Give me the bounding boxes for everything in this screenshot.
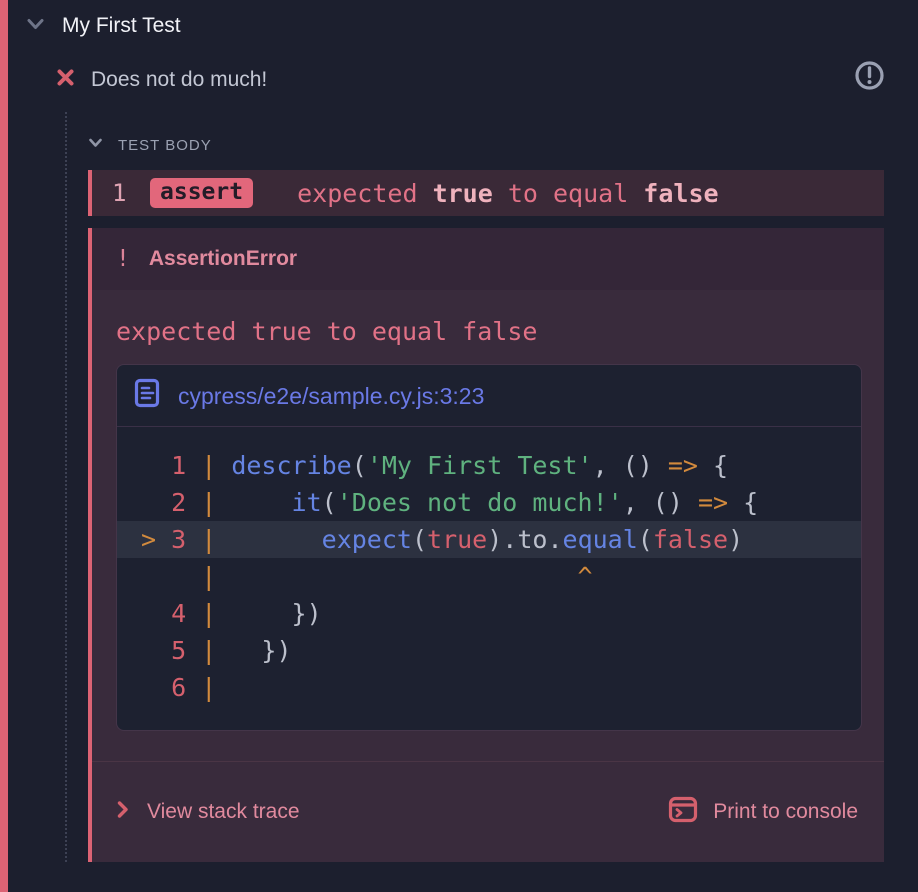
command-number: 1 [112, 179, 136, 207]
print-to-console-label[interactable]: Print to console [713, 800, 858, 824]
test-body-label: TEST BODY [118, 137, 212, 154]
error-name: AssertionError [149, 247, 297, 271]
code-frame-header[interactable]: cypress/e2e/sample.cy.js:3:23 [117, 365, 861, 427]
code-line: 6 | [117, 669, 861, 706]
file-document-icon [134, 378, 161, 414]
command-log-row[interactable]: 1 assert expected true to equal false [88, 170, 884, 216]
cypress-reporter: My First Test Does not do much! TEST BOD… [0, 0, 918, 892]
chevron-right-icon [116, 800, 129, 824]
console-print-icon [668, 794, 698, 830]
code-line: 2 | it('Does not do much!', () => { [117, 484, 861, 521]
code-line: 5 | }) [117, 632, 861, 669]
chevron-down-icon[interactable] [26, 16, 45, 37]
code-line: 1 | describe('My First Test', () => { [117, 447, 861, 484]
error-bang-icon: ! [116, 246, 130, 272]
command-name-badge: assert [150, 178, 253, 208]
error-panel: ! AssertionError expected true to equal … [88, 228, 884, 862]
error-footer: View stack trace Print to console [92, 761, 884, 862]
test-body-header[interactable]: TEST BODY [88, 136, 212, 154]
test-failed-x-icon [56, 68, 75, 92]
code-frame: cypress/e2e/sample.cy.js:3:23 1 | descri… [116, 364, 862, 731]
view-stack-trace-label[interactable]: View stack trace [147, 800, 300, 824]
code-line: > 3 | expect(true).to.equal(false) [117, 521, 861, 558]
test-title[interactable]: Does not do much! [91, 68, 267, 92]
view-stack-trace-button[interactable]: View stack trace [116, 800, 300, 824]
code-line: 4 | }) [117, 595, 861, 632]
print-to-console-button[interactable]: Print to console [668, 794, 858, 830]
code-line: | ^ [117, 558, 861, 595]
error-alert-icon[interactable] [853, 59, 886, 92]
failed-run-stripe [0, 0, 8, 892]
code-lines: 1 | describe('My First Test', () => { 2 … [117, 427, 861, 730]
error-file-link[interactable]: cypress/e2e/sample.cy.js:3:23 [178, 383, 484, 410]
error-message: expected true to equal false [116, 317, 860, 346]
suite-title[interactable]: My First Test [62, 14, 181, 38]
error-header: ! AssertionError [92, 228, 884, 290]
test-connector-line [65, 112, 67, 862]
failed-test-row[interactable]: Does not do much! [56, 68, 267, 92]
assert-message: expected true to equal false [297, 179, 718, 208]
suite-header[interactable]: My First Test [26, 14, 181, 38]
chevron-down-icon[interactable] [88, 136, 103, 154]
